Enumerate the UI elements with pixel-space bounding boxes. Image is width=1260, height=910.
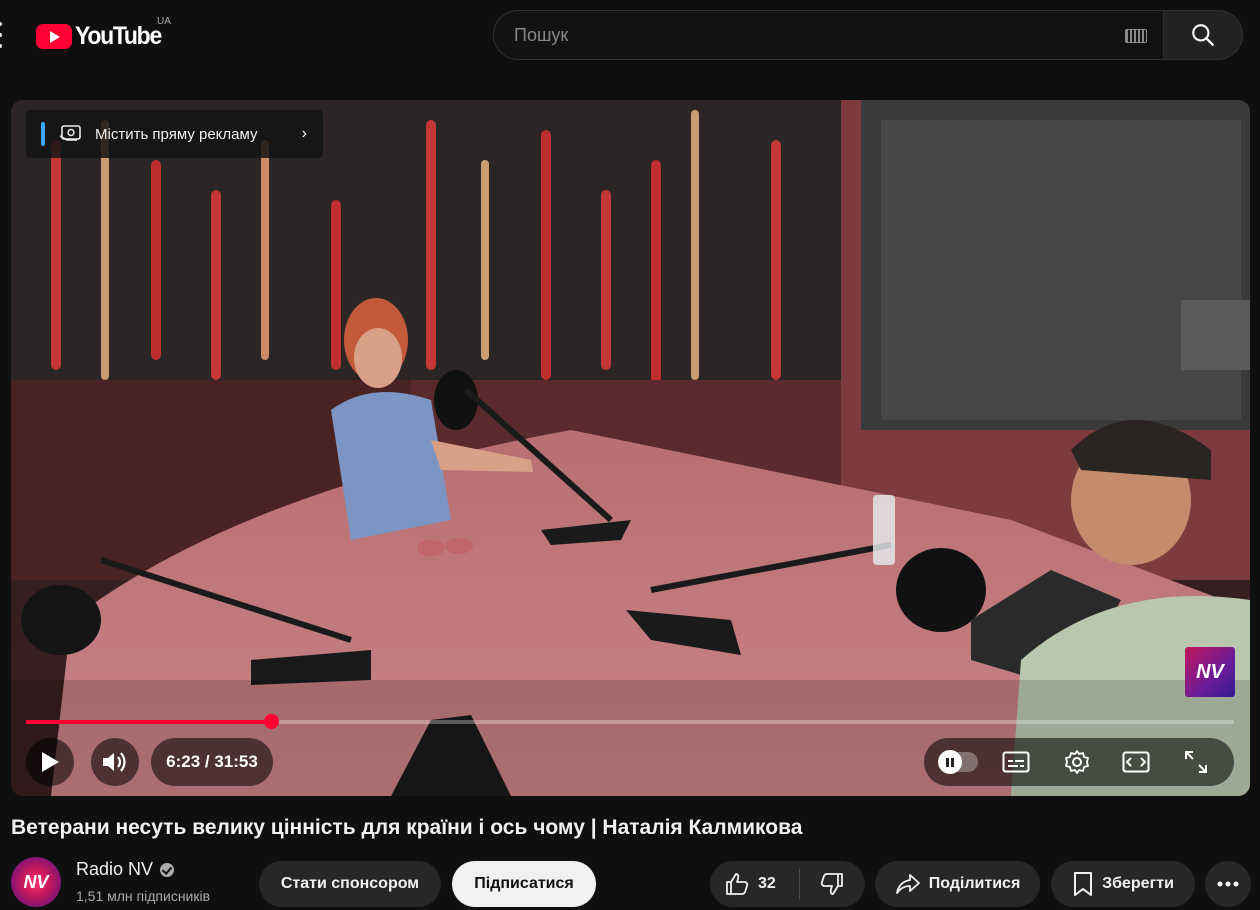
menu-icon[interactable] [0, 22, 6, 48]
theater-button[interactable] [1122, 748, 1150, 776]
country-code: UA [157, 16, 171, 27]
save-button[interactable]: Зберегти [1051, 861, 1195, 907]
dislike-icon [820, 873, 843, 895]
like-button[interactable]: 32 [710, 869, 800, 899]
avatar-text: NV [23, 871, 49, 892]
channel-watermark[interactable]: NV [1185, 647, 1235, 697]
logo-text: YouTube [75, 21, 162, 50]
ad-info-icon [59, 125, 81, 141]
subscribe-button[interactable]: Підписатися [452, 861, 596, 907]
subscribe-label: Підписатися [474, 875, 574, 892]
play-icon [42, 752, 59, 772]
settings-button[interactable] [1063, 748, 1091, 776]
like-count: 32 [758, 875, 776, 892]
autoplay-toggle[interactable] [938, 750, 978, 774]
autoplay-icon [938, 750, 962, 774]
progress-scrubber[interactable] [263, 714, 279, 729]
search-box [493, 10, 1164, 60]
masthead: YouTube UA [0, 0, 1260, 70]
search-button[interactable] [1164, 10, 1243, 60]
time-text: 6:23 / 31:53 [166, 752, 258, 771]
player-right-controls [924, 738, 1234, 786]
keyboard-icon[interactable] [1125, 29, 1147, 43]
subscriber-count: 1,51 млн підписників [76, 888, 211, 904]
search-input[interactable] [514, 24, 1104, 46]
share-icon [895, 874, 920, 894]
subtitles-icon [1002, 751, 1030, 773]
fullscreen-button[interactable] [1182, 748, 1210, 776]
avatar[interactable]: NV [11, 857, 61, 907]
settings-icon [1065, 750, 1089, 774]
volume-icon [103, 752, 126, 772]
share-label: Поділитися [928, 875, 1021, 892]
save-label: Зберегти [1102, 875, 1174, 892]
channel-name-row: Radio NV [76, 859, 175, 880]
more-actions-button[interactable] [1205, 861, 1251, 907]
youtube-logo[interactable]: YouTube [36, 22, 168, 50]
theater-icon [1122, 751, 1150, 773]
chevron-right-icon: › [301, 125, 307, 142]
video-title: Ветерани несуть велику цінність для краї… [11, 816, 803, 839]
more-icon [1217, 881, 1239, 887]
video-player[interactable]: Містить пряму рекламу › NV 6:23 / 31:53 [11, 100, 1250, 796]
share-button[interactable]: Поділитися [875, 861, 1040, 907]
fullscreen-icon [1185, 751, 1207, 773]
like-dislike-group: 32 [710, 861, 865, 907]
ad-accent-bar [41, 122, 45, 146]
save-icon [1074, 872, 1093, 896]
channel-name[interactable]: Radio NV [76, 859, 153, 880]
progress-bar[interactable] [26, 714, 1234, 729]
sponsor-label: Стати спонсором [280, 875, 420, 892]
dislike-button[interactable] [800, 871, 864, 897]
play-button[interactable] [26, 738, 74, 786]
time-display: 6:23 / 31:53 [151, 738, 273, 786]
progress-played [26, 720, 271, 724]
sponsor-button[interactable]: Стати спонсором [259, 861, 441, 907]
subtitles-button[interactable] [1002, 748, 1030, 776]
like-icon [726, 873, 749, 895]
ad-label: Містить пряму рекламу [95, 125, 258, 143]
verified-icon [160, 862, 175, 877]
youtube-logo-icon [36, 23, 72, 49]
ad-disclosure[interactable]: Містить пряму рекламу › [26, 110, 323, 158]
video-frame [11, 100, 1250, 796]
search-icon [1192, 24, 1214, 46]
volume-button[interactable] [91, 738, 139, 786]
